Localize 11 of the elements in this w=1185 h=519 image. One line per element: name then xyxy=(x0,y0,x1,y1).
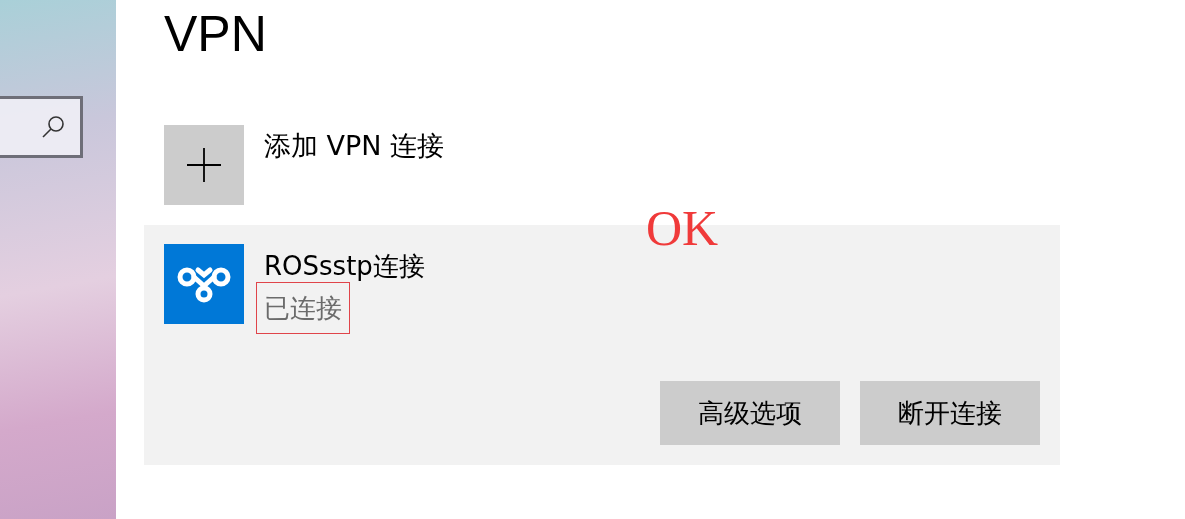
add-button[interactable] xyxy=(164,125,244,205)
connection-name: ROSsstp连接 xyxy=(264,250,425,282)
plus-icon xyxy=(187,148,221,182)
connection-status: 已连接 xyxy=(264,292,342,325)
add-vpn-label[interactable]: 添加 VPN 连接 xyxy=(264,129,445,163)
vpn-icon xyxy=(164,244,244,324)
search-field[interactable] xyxy=(0,96,83,158)
action-button[interactable]: 断开连接 xyxy=(860,381,1040,445)
page-title: VPN xyxy=(164,5,267,64)
action-button[interactable]: 高级选项 xyxy=(660,381,840,445)
search-icon xyxy=(40,114,66,140)
